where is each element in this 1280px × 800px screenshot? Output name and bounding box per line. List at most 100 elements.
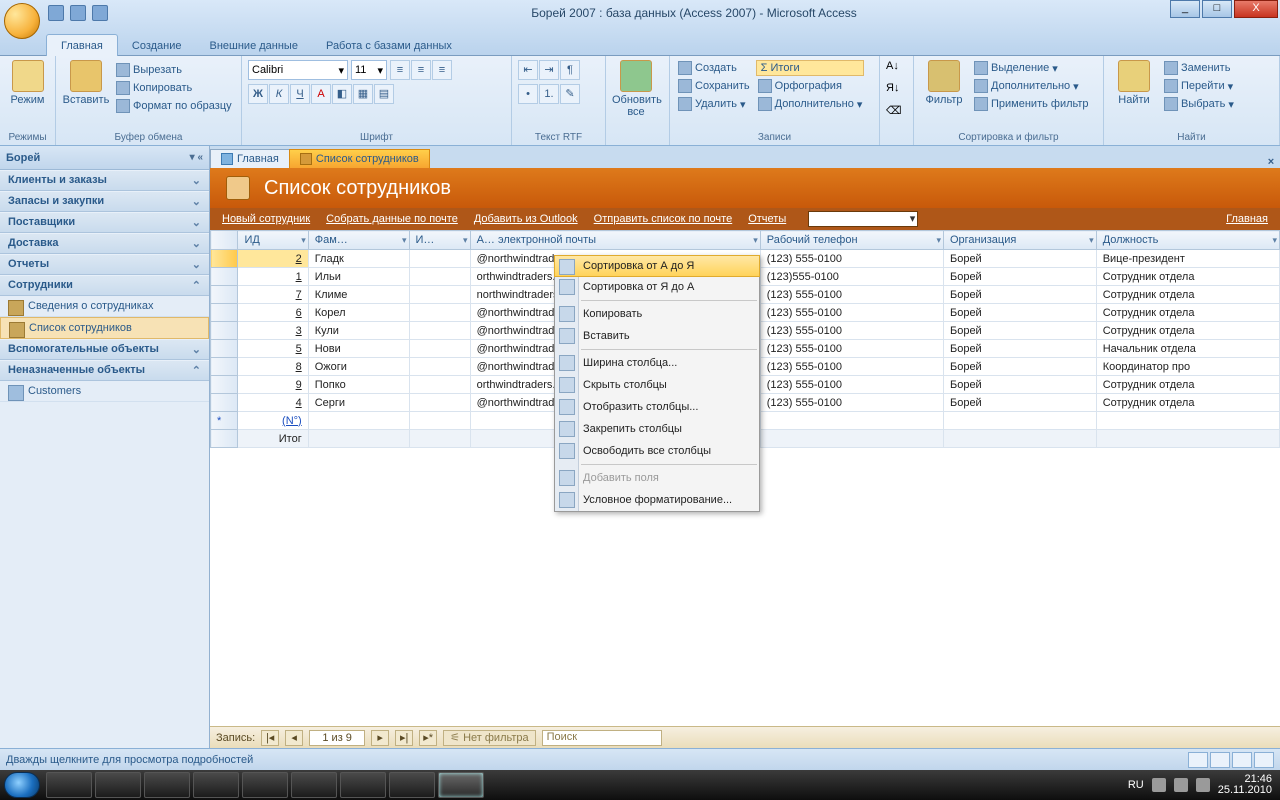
taskbar-media[interactable] bbox=[95, 772, 141, 798]
new-record-nav-button[interactable]: ▸* bbox=[419, 730, 437, 746]
context-menu-item[interactable]: Отобразить столбцы... bbox=[555, 396, 759, 418]
taskbar-chrome[interactable] bbox=[144, 772, 190, 798]
reports-combo[interactable] bbox=[808, 211, 918, 227]
save-icon[interactable] bbox=[48, 5, 64, 21]
replace-button[interactable]: Заменить bbox=[1162, 60, 1236, 76]
context-menu-item[interactable]: Копировать bbox=[555, 303, 759, 325]
prev-record-button[interactable]: ◂ bbox=[285, 730, 303, 746]
paste-button[interactable]: Вставить bbox=[62, 60, 110, 106]
collect-email-link[interactable]: Собрать данные по почте bbox=[326, 213, 458, 225]
highlight-icon[interactable]: ✎ bbox=[560, 84, 580, 104]
italic-button[interactable]: К bbox=[269, 84, 289, 104]
nav-group[interactable]: Неназначенные объекты⌃ bbox=[0, 360, 209, 381]
delete-record-button[interactable]: Удалить ▾ bbox=[676, 96, 752, 112]
font-name-combo[interactable]: Calibri▾ bbox=[248, 60, 348, 80]
office-orb[interactable] bbox=[4, 3, 40, 39]
fill-color-button[interactable]: ◧ bbox=[332, 84, 352, 104]
nav-group[interactable]: Отчеты⌄ bbox=[0, 254, 209, 275]
next-record-button[interactable]: ▸ bbox=[371, 730, 389, 746]
first-record-button[interactable]: |◂ bbox=[261, 730, 279, 746]
taskbar-explorer[interactable] bbox=[46, 772, 92, 798]
underline-button[interactable]: Ч bbox=[290, 84, 310, 104]
toggle-filter-button[interactable]: Применить фильтр bbox=[972, 96, 1091, 112]
nav-group[interactable]: Клиенты и заказы⌄ bbox=[0, 170, 209, 191]
nav-group[interactable]: Вспомогательные объекты⌄ bbox=[0, 339, 209, 360]
align-left-icon[interactable]: ≡ bbox=[390, 60, 410, 80]
undo-icon[interactable] bbox=[70, 5, 86, 21]
format-painter-button[interactable]: Формат по образцу bbox=[114, 98, 234, 114]
doc-tab-employees[interactable]: Список сотрудников bbox=[289, 149, 430, 168]
nav-item[interactable]: Customers bbox=[0, 381, 209, 402]
taskbar-access[interactable] bbox=[438, 772, 484, 798]
taskbar-word[interactable] bbox=[389, 772, 435, 798]
select-button[interactable]: Выбрать ▾ bbox=[1162, 96, 1236, 112]
tray-icon[interactable] bbox=[1152, 778, 1166, 792]
close-button[interactable]: X bbox=[1234, 0, 1278, 18]
more-records-button[interactable]: Дополнительно ▾ bbox=[756, 96, 865, 112]
copy-button[interactable]: Копировать bbox=[114, 80, 234, 96]
form-view-icon[interactable] bbox=[1188, 752, 1208, 768]
tray-network-icon[interactable] bbox=[1174, 778, 1188, 792]
align-right-icon[interactable]: ≡ bbox=[432, 60, 452, 80]
column-header[interactable]: Рабочий телефон▾ bbox=[760, 231, 943, 250]
context-menu-item[interactable]: Закрепить столбцы bbox=[555, 418, 759, 440]
column-header[interactable]: Фам…▾ bbox=[308, 231, 409, 250]
redo-icon[interactable] bbox=[92, 5, 108, 21]
ribbon-tab-home[interactable]: Главная bbox=[46, 34, 118, 56]
taskbar-app3[interactable] bbox=[291, 772, 337, 798]
bold-button[interactable]: Ж bbox=[248, 84, 268, 104]
column-header[interactable]: ИД▾ bbox=[238, 231, 308, 250]
find-button[interactable]: Найти bbox=[1110, 60, 1158, 106]
clock[interactable]: 21:4625.11.2010 bbox=[1218, 774, 1272, 796]
nav-group[interactable]: Поставщики⌄ bbox=[0, 212, 209, 233]
layout-view-icon[interactable] bbox=[1232, 752, 1252, 768]
context-menu-item[interactable]: Ширина столбца... bbox=[555, 352, 759, 374]
view-button[interactable]: Режим bbox=[6, 60, 49, 106]
context-menu-item[interactable]: Освободить все столбцы bbox=[555, 440, 759, 462]
start-button[interactable] bbox=[4, 772, 40, 798]
numbering-icon[interactable]: 1. bbox=[539, 84, 559, 104]
context-menu-item[interactable]: Сортировка от Я до А bbox=[555, 276, 759, 298]
taskbar-app4[interactable] bbox=[340, 772, 386, 798]
last-record-button[interactable]: ▸| bbox=[395, 730, 413, 746]
refresh-all-button[interactable]: Обновить все bbox=[612, 60, 660, 118]
advanced-filter-button[interactable]: Дополнительно ▾ bbox=[972, 78, 1091, 94]
font-color-button[interactable]: А bbox=[311, 84, 331, 104]
doc-close-button[interactable]: × bbox=[1262, 156, 1280, 168]
context-menu-item[interactable]: Скрыть столбцы bbox=[555, 374, 759, 396]
gridlines-button[interactable]: ▦ bbox=[353, 84, 373, 104]
bullets-icon[interactable]: • bbox=[518, 84, 538, 104]
filter-button[interactable]: Фильтр bbox=[920, 60, 968, 106]
selection-filter-button[interactable]: Выделение ▾ bbox=[972, 60, 1091, 76]
minimize-button[interactable]: _ bbox=[1170, 0, 1200, 18]
datasheet-view-icon[interactable] bbox=[1210, 752, 1230, 768]
taskbar-app1[interactable] bbox=[193, 772, 239, 798]
totals-button[interactable]: Σ Итоги bbox=[756, 60, 865, 76]
context-menu-item[interactable]: Вставить bbox=[555, 325, 759, 347]
ribbon-tab-external[interactable]: Внешние данные bbox=[196, 35, 312, 56]
record-position[interactable]: 1 из 9 bbox=[309, 730, 365, 746]
altrow-button[interactable]: ▤ bbox=[374, 84, 394, 104]
column-header[interactable]: А… электронной почты▾ bbox=[470, 231, 760, 250]
spelling-button[interactable]: Орфография bbox=[756, 78, 865, 94]
search-box[interactable]: Поиск bbox=[542, 730, 662, 746]
column-header[interactable]: И…▾ bbox=[409, 231, 470, 250]
ribbon-tab-dbtools[interactable]: Работа с базами данных bbox=[312, 35, 466, 56]
nav-group[interactable]: Запасы и закупки⌄ bbox=[0, 191, 209, 212]
nav-header[interactable]: Борей ▾ « bbox=[0, 146, 209, 170]
nav-item[interactable]: Сведения о сотрудниках bbox=[0, 296, 209, 317]
doc-tab-home[interactable]: Главная bbox=[210, 149, 290, 168]
sort-asc-icon[interactable]: А↓ bbox=[886, 60, 910, 80]
nav-item[interactable]: Список сотрудников bbox=[0, 317, 209, 339]
context-menu-item[interactable]: Условное форматирование... bbox=[555, 489, 759, 511]
cut-button[interactable]: Вырезать bbox=[114, 62, 234, 78]
new-employee-link[interactable]: Новый сотрудник bbox=[222, 213, 310, 225]
maximize-button[interactable]: □ bbox=[1202, 0, 1232, 18]
new-record-button[interactable]: Создать bbox=[676, 60, 752, 76]
save-record-button[interactable]: Сохранить bbox=[676, 78, 752, 94]
no-filter-indicator[interactable]: ⚟ Нет фильтра bbox=[443, 730, 535, 746]
align-center-icon[interactable]: ≡ bbox=[411, 60, 431, 80]
reports-link[interactable]: Отчеты bbox=[748, 213, 786, 225]
nav-group[interactable]: Доставка⌄ bbox=[0, 233, 209, 254]
add-outlook-link[interactable]: Добавить из Outlook bbox=[474, 213, 578, 225]
